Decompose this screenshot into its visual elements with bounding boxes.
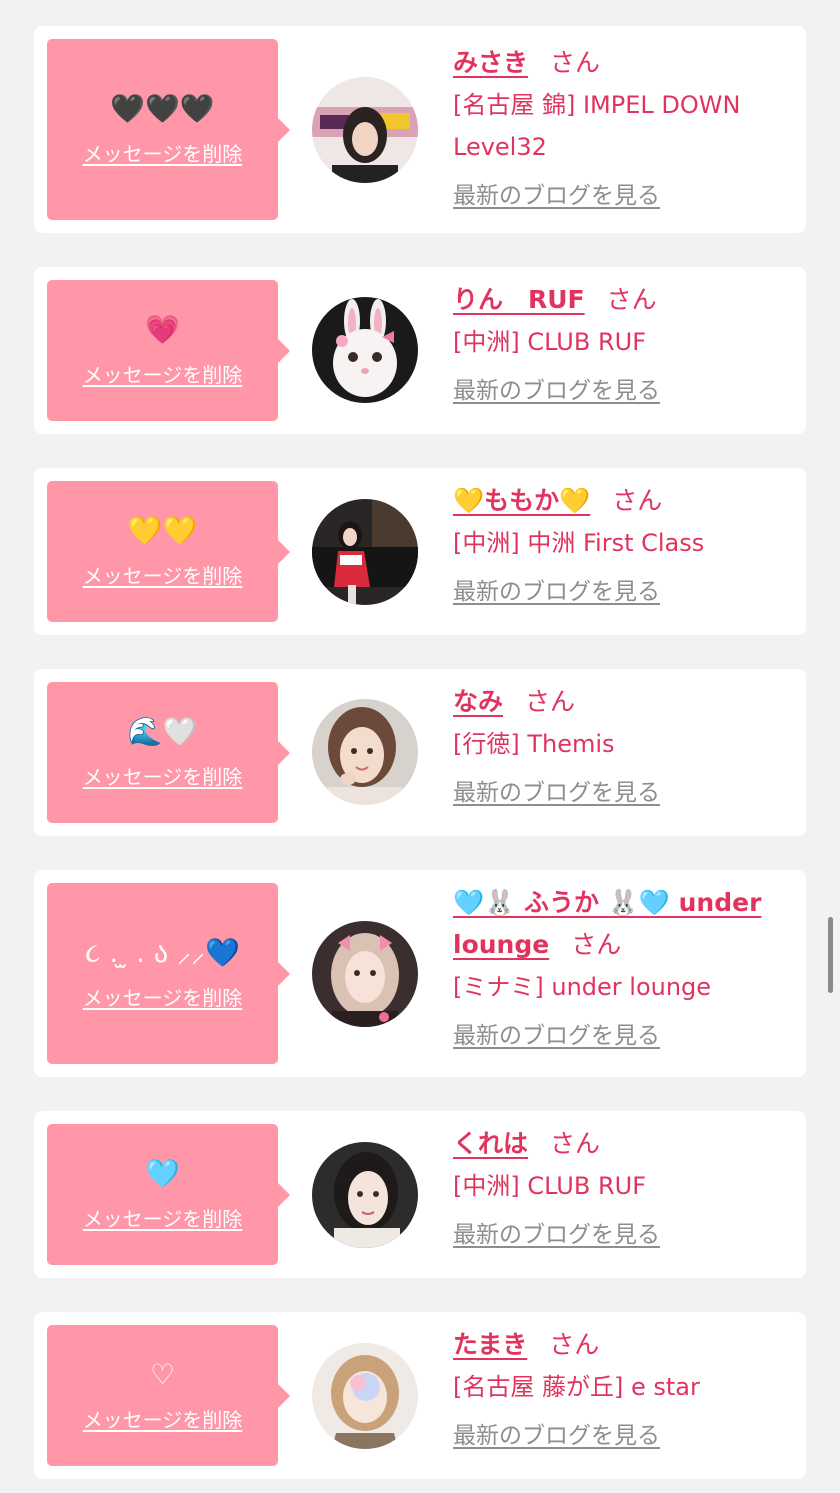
delete-message-link[interactable]: メッセージを削除	[83, 1404, 243, 1433]
avatar[interactable]	[312, 297, 418, 403]
honorific: さん	[549, 1330, 600, 1359]
message-text: 💗	[145, 313, 180, 346]
latest-blog-link[interactable]: 最新のブログを見る	[453, 572, 660, 606]
honorific: さん	[550, 1129, 601, 1158]
favorite-card: 🖤🖤🖤 メッセージを削除 みさき さん [名古屋 錦] IMPEL DOWN Le…	[34, 26, 806, 233]
cast-info: くれは さん [中洲] CLUB RUF 最新のブログを見る	[453, 1123, 789, 1249]
avatar[interactable]	[312, 1343, 418, 1449]
honorific: さん	[612, 486, 663, 515]
shop-name: [中洲] CLUB RUF	[453, 328, 646, 356]
cast-info: りん RUF さん [中洲] CLUB RUF 最新のブログを見る	[453, 279, 789, 405]
cast-name-link[interactable]: なみ	[453, 687, 503, 716]
honorific: さん	[606, 285, 657, 314]
cast-name-link[interactable]: 💛ももか💛	[453, 486, 590, 515]
latest-blog-link[interactable]: 最新のブログを見る	[453, 1416, 660, 1450]
cast-info: なみ さん [行徳] Themis 最新のブログを見る	[453, 681, 789, 807]
latest-blog-link[interactable]: 最新のブログを見る	[453, 773, 660, 807]
latest-blog-link[interactable]: 最新のブログを見る	[453, 176, 660, 210]
shop-name: [中洲] CLUB RUF	[453, 1172, 646, 1200]
shop-name: [ミナミ] under lounge	[453, 973, 712, 1001]
favorite-card: 🌊🤍 メッセージを削除 なみ さん [行徳] Themis 最新のブログを見る	[34, 669, 806, 836]
delete-message-link[interactable]: メッセージを削除	[83, 761, 243, 790]
message-bubble: 💗 メッセージを削除	[47, 280, 290, 421]
avatar[interactable]	[312, 699, 418, 805]
favorites-list: 🖤🖤🖤 メッセージを削除 みさき さん [名古屋 錦] IMPEL DOWN Le…	[0, 0, 840, 1493]
favorite-card: ♡ メッセージを削除 たまき さん [名古屋 藤が丘] e star 最新のブログ…	[34, 1312, 806, 1479]
honorific: さん	[550, 48, 601, 77]
honorific: さん	[525, 687, 576, 716]
cast-info: 🩵🐰 ふうか 🐰🩵 under lounge さん [ミナミ] under lou…	[453, 882, 789, 1050]
delete-message-link[interactable]: メッセージを削除	[83, 1203, 243, 1232]
message-bubble: 🩵 メッセージを削除	[47, 1124, 290, 1265]
cast-info: みさき さん [名古屋 錦] IMPEL DOWN Level32 最新のブログを…	[453, 42, 789, 210]
cast-name-link[interactable]: みさき	[453, 48, 528, 77]
shop-name: [名古屋 錦] IMPEL DOWN Level32	[453, 91, 741, 161]
scrollbar[interactable]	[828, 917, 833, 993]
message-text: 💛💛	[127, 514, 198, 547]
delete-message-link[interactable]: メッセージを削除	[83, 359, 243, 388]
avatar[interactable]	[312, 921, 418, 1027]
message-bubble: 🖤🖤🖤 メッセージを削除	[47, 39, 290, 220]
latest-blog-link[interactable]: 最新のブログを見る	[453, 1016, 660, 1050]
favorite-card: 💛💛 メッセージを削除 💛ももか💛 さん [中洲] 中洲 First Class …	[34, 468, 806, 635]
cast-info: たまき さん [名古屋 藤が丘] e star 最新のブログを見る	[453, 1324, 789, 1450]
favorite-card: 🩵 メッセージを削除 くれは さん [中洲] CLUB RUF 最新のブログを見る	[34, 1111, 806, 1278]
latest-blog-link[interactable]: 最新のブログを見る	[453, 1215, 660, 1249]
favorite-card: ૮ . ̫ . ა ⸝⸝💙 メッセージを削除 🩵🐰 ふうか 🐰🩵 under l…	[34, 870, 806, 1077]
avatar[interactable]	[312, 77, 418, 183]
cast-name-link[interactable]: くれは	[453, 1129, 528, 1158]
message-text: ♡	[149, 1358, 176, 1391]
cast-name-link[interactable]: たまき	[453, 1330, 527, 1359]
avatar[interactable]	[312, 1142, 418, 1248]
message-text: ૮ . ̫ . ა ⸝⸝💙	[85, 936, 240, 969]
message-bubble: ૮ . ̫ . ა ⸝⸝💙 メッセージを削除	[47, 883, 290, 1064]
message-bubble: 🌊🤍 メッセージを削除	[47, 682, 290, 823]
honorific: さん	[571, 930, 622, 959]
message-bubble: ♡ メッセージを削除	[47, 1325, 290, 1466]
shop-name: [行徳] Themis	[453, 730, 615, 758]
delete-message-link[interactable]: メッセージを削除	[83, 560, 243, 589]
delete-message-link[interactable]: メッセージを削除	[83, 982, 243, 1011]
delete-message-link[interactable]: メッセージを削除	[83, 138, 243, 167]
shop-name: [名古屋 藤が丘] e star	[453, 1373, 700, 1401]
cast-info: 💛ももか💛 さん [中洲] 中洲 First Class 最新のブログを見る	[453, 480, 789, 606]
message-text: 🌊🤍	[127, 715, 198, 748]
latest-blog-link[interactable]: 最新のブログを見る	[453, 371, 660, 405]
message-bubble: 💛💛 メッセージを削除	[47, 481, 290, 622]
message-text: 🖤🖤🖤	[110, 92, 215, 125]
shop-name: [中洲] 中洲 First Class	[453, 529, 705, 557]
message-text: 🩵	[145, 1157, 180, 1190]
avatar[interactable]	[312, 499, 418, 605]
cast-name-link[interactable]: りん RUF	[453, 285, 585, 314]
favorite-card: 💗 メッセージを削除 りん RUF さん [中洲] CLUB RUF 最新のブロ…	[34, 267, 806, 434]
